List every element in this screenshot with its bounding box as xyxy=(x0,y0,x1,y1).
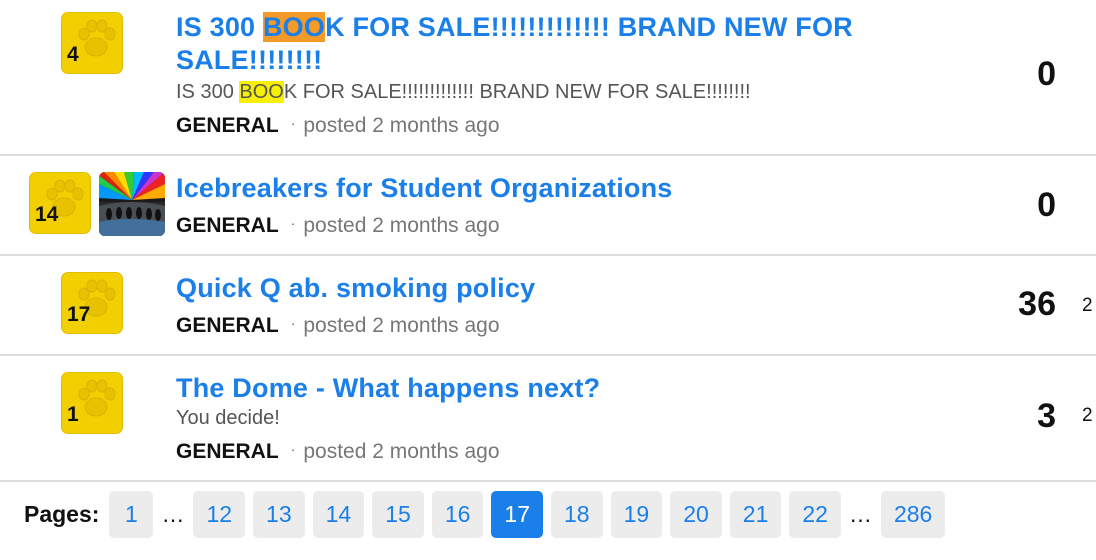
post-title-link[interactable]: Quick Q ab. smoking policy xyxy=(176,272,535,305)
vote-count: 17 xyxy=(67,303,91,326)
post-meta: GENERAL · posted 2 months ago xyxy=(176,436,500,465)
meta-separator: · xyxy=(290,215,296,231)
page-button-14[interactable]: 14 xyxy=(312,490,365,538)
posted-time: posted 2 months ago xyxy=(303,114,500,137)
page-button-19[interactable]: 19 xyxy=(610,490,663,538)
post-meta: GENERAL · posted 2 months ago xyxy=(176,210,500,239)
pagination-ellipsis: … xyxy=(848,500,872,527)
posted-time: posted 2 months ago xyxy=(303,440,500,463)
post-excerpt: IS 300 BOOK FOR SALE!!!!!!!!!!!!! BRAND … xyxy=(176,80,751,104)
category-link[interactable]: GENERAL xyxy=(176,314,279,337)
vote-count: 14 xyxy=(35,203,59,226)
page-button-20[interactable]: 20 xyxy=(670,490,722,538)
post-title-link[interactable]: The Dome - What happens next? xyxy=(176,372,600,405)
reply-count: 3 xyxy=(1037,397,1056,435)
extra-count: 2 xyxy=(1082,295,1093,316)
page-button-1[interactable]: 1 xyxy=(109,490,154,538)
meta-separator: · xyxy=(290,315,296,331)
post-row: 14 Icebreakers for Student Organizations… xyxy=(0,156,1096,256)
page-button-21[interactable]: 21 xyxy=(729,490,782,538)
vote-box[interactable]: 17 xyxy=(61,272,123,334)
page-button-18[interactable]: 18 xyxy=(551,490,603,538)
category-link[interactable]: GENERAL xyxy=(176,114,279,137)
reply-count: 36 xyxy=(1018,285,1056,323)
pagination: Pages: 1 … 12 13 14 15 16 17 18 19 20 21… xyxy=(24,490,953,538)
page-button-16[interactable]: 16 xyxy=(431,490,484,538)
thumbnail-image xyxy=(99,172,165,236)
post-row: 4 IS 300 BOOK FOR SALE!!!!!!!!!!!!! BRAN… xyxy=(0,0,1096,156)
posted-time: posted 2 months ago xyxy=(303,314,500,337)
page-button-current[interactable]: 17 xyxy=(491,490,543,538)
post-title-link[interactable]: Icebreakers for Student Organizations xyxy=(176,172,673,205)
excerpt-text: IS 300 xyxy=(176,81,240,103)
meta-separator: · xyxy=(290,441,296,457)
page-button-15[interactable]: 15 xyxy=(372,490,424,538)
vote-count: 4 xyxy=(67,43,79,66)
title-text: IS 300 xyxy=(176,12,263,42)
page-button-13[interactable]: 13 xyxy=(253,490,305,538)
post-thumbnail[interactable] xyxy=(99,172,165,236)
title-search-highlight: BOO xyxy=(262,12,326,42)
page-button-22[interactable]: 22 xyxy=(789,490,841,538)
pagination-label: Pages: xyxy=(24,500,100,527)
meta-separator: · xyxy=(290,115,296,131)
excerpt-search-highlight: BOO xyxy=(239,81,284,103)
post-title-link[interactable]: IS 300 BOOK FOR SALE!!!!!!!!!!!!! BRAND … xyxy=(176,11,896,77)
paw-icon xyxy=(78,379,116,417)
post-meta: GENERAL · posted 2 months ago xyxy=(176,310,500,339)
pagination-ellipsis: … xyxy=(161,500,185,527)
page-button-12[interactable]: 12 xyxy=(193,490,246,538)
post-meta: GENERAL · posted 2 months ago xyxy=(176,110,500,139)
page-button-last[interactable]: 286 xyxy=(880,490,946,538)
posted-time: posted 2 months ago xyxy=(303,214,500,237)
vote-box[interactable]: 1 xyxy=(61,372,123,434)
vote-count: 1 xyxy=(67,403,79,426)
excerpt-text: K FOR SALE!!!!!!!!!!!!! BRAND NEW FOR SA… xyxy=(283,81,751,103)
reply-count: 0 xyxy=(1037,186,1056,224)
category-link[interactable]: GENERAL xyxy=(176,440,279,463)
category-link[interactable]: GENERAL xyxy=(176,214,279,237)
post-excerpt: You decide! xyxy=(176,407,280,429)
post-row: 1 The Dome - What happens next? You deci… xyxy=(0,356,1096,482)
paw-icon xyxy=(78,19,116,57)
extra-count: 2 xyxy=(1082,405,1093,426)
reply-count: 0 xyxy=(1037,55,1056,93)
post-row: 17 Quick Q ab. smoking policy GENERAL · po… xyxy=(0,256,1096,356)
vote-box[interactable]: 4 xyxy=(61,12,123,74)
vote-box[interactable]: 14 xyxy=(29,172,91,234)
